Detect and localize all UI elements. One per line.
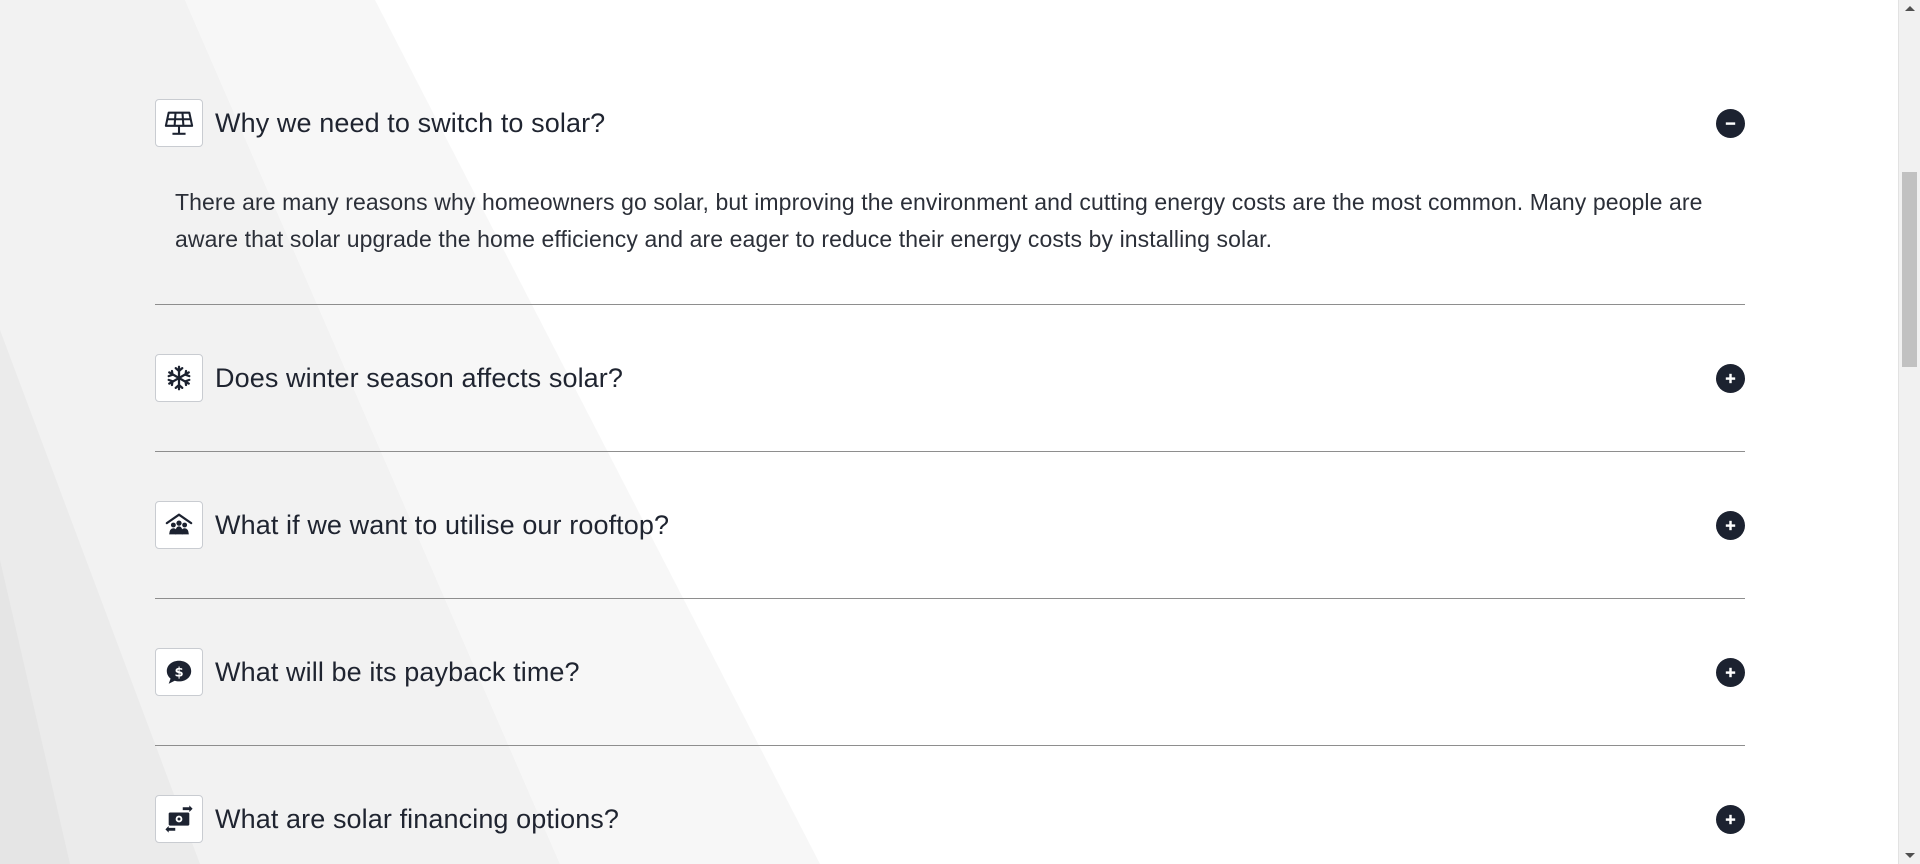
faq-item: What if we want to utilise our rooftop? [155,452,1745,599]
faq-item: Why we need to switch to solar? There ar… [155,0,1745,305]
faq-header-utilise-rooftop[interactable]: What if we want to utilise our rooftop? [155,452,1745,598]
scroll-up-arrow-icon[interactable] [1905,6,1915,11]
expand-plus-icon[interactable] [1716,657,1745,687]
faq-question: What if we want to utilise our rooftop? [215,509,670,540]
faq-header-payback-time[interactable]: $ What will be its payback time? [155,599,1745,745]
faq-question: Why we need to switch to solar? [215,107,606,138]
scrollbar-thumb[interactable] [1902,172,1917,367]
page: Why we need to switch to solar? There ar… [0,0,1898,864]
solar-panel-icon [155,99,203,147]
faq-accordion: Why we need to switch to solar? There ar… [155,0,1745,864]
faq-question: What are solar financing options? [215,803,620,834]
faq-item: $ What will be its payback time? [155,599,1745,746]
faq-item: Does winter season affects solar? [155,305,1745,452]
faq-header-winter-season[interactable]: Does winter season affects solar? [155,305,1745,451]
faq-header-financing-options[interactable]: What are solar financing options? [155,746,1745,864]
faq-question: What will be its payback time? [215,656,580,687]
snowflake-icon [155,354,203,402]
expand-plus-icon[interactable] [1716,804,1745,834]
expand-plus-icon[interactable] [1716,510,1745,540]
scroll-down-arrow-icon[interactable] [1905,853,1915,858]
svg-text:$: $ [174,666,183,681]
expand-plus-icon[interactable] [1716,363,1745,393]
money-exchange-icon [155,795,203,843]
vertical-scrollbar[interactable] [1898,0,1920,864]
faq-item: What are solar financing options? [155,746,1745,864]
faq-answer: There are many reasons why homeowners go… [175,189,1703,252]
dollar-speech-bubble-icon: $ [155,648,203,696]
faq-question: Does winter season affects solar? [215,362,624,393]
faq-header-switch-to-solar[interactable]: Why we need to switch to solar? [155,98,1745,148]
collapse-minus-icon[interactable] [1716,108,1745,138]
house-people-icon [155,501,203,549]
